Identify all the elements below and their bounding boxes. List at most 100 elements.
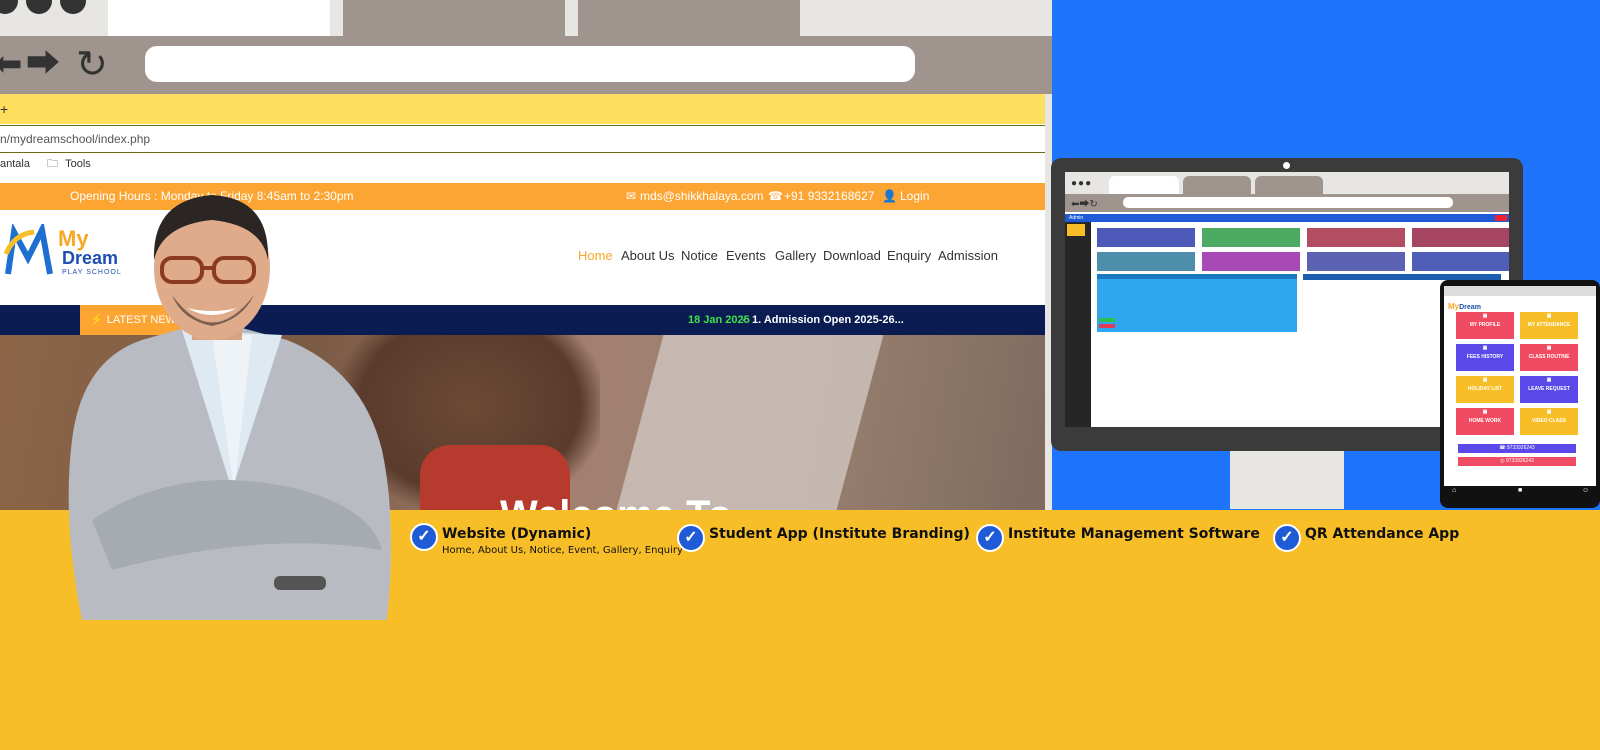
mini-nav-icons: ⬅⮕↻ <box>1071 199 1098 210</box>
window-dot <box>0 0 18 14</box>
menu-home[interactable]: Home <box>578 248 613 263</box>
window-dot <box>26 0 52 14</box>
bookmark-folder-tools[interactable]: Tools <box>65 158 91 170</box>
home-icon[interactable]: ⌂ <box>1452 487 1456 494</box>
app-tile[interactable]: ▣ FEES HISTORY <box>1456 344 1514 371</box>
tile-icon: ▣ <box>1546 409 1552 415</box>
admin-title: Admin <box>1069 215 1084 221</box>
dashboard-tile <box>1097 228 1195 247</box>
logout-button <box>1495 215 1507 221</box>
tile-label: MY PROFILE <box>1469 322 1501 328</box>
check-badge-icon: ✓ <box>976 524 1004 552</box>
status-badge <box>1099 318 1115 322</box>
dashboard-tile <box>1412 228 1509 247</box>
bookmark-item[interactable]: antala <box>0 158 30 170</box>
phone-logo-dream: Dream <box>1459 304 1481 311</box>
dashboard-table <box>1097 274 1297 332</box>
tile-label: MY ATTENDANCE <box>1527 322 1571 328</box>
login-link[interactable]: Login <box>900 183 929 210</box>
phone-bottom-nav: ⌂ ■ ☺ <box>1444 486 1596 498</box>
paper-shape <box>616 335 884 510</box>
email-link[interactable]: mds@shikkhalaya.com <box>640 183 764 210</box>
url-bar[interactable] <box>145 46 915 82</box>
whatsapp-button[interactable]: ◎ 9733926243 <box>1458 457 1576 466</box>
menu-enquiry[interactable]: Enquiry <box>887 248 931 263</box>
feature-management-software: Institute Management Software <box>1008 526 1260 542</box>
check-badge-icon: ✓ <box>410 523 438 551</box>
reload-icon[interactable]: ↻ <box>76 44 108 84</box>
phone-logo-my: My <box>1448 302 1460 311</box>
tile-icon: ▣ <box>1482 345 1488 351</box>
feature-title: Website (Dynamic) <box>442 526 592 542</box>
menu-gallery[interactable]: Gallery <box>775 248 816 263</box>
phone-icon: ☎ <box>1499 445 1507 451</box>
phone-icon: ☎ <box>768 189 783 203</box>
dashboard-tile <box>1202 252 1300 271</box>
feature-student-app: Student App (Institute Branding) <box>709 526 970 542</box>
news-date: 18 Jan 2025 <box>688 314 750 326</box>
dashboard-tile <box>1307 228 1405 247</box>
browser-tab[interactable] <box>343 0 565 36</box>
tile-icon: ▣ <box>1546 345 1552 351</box>
back-arrow-icon[interactable]: ⬅ <box>0 44 23 84</box>
browser-toolbar: ⬅ ⮕ ↻ <box>0 36 1052 94</box>
menu-notice[interactable]: Notice <box>681 248 718 263</box>
feature-title: Student App (Institute Branding) <box>709 526 970 542</box>
mini-tab <box>1109 176 1179 194</box>
address-field[interactable]: n/mydreamschool/index.php <box>0 125 1045 153</box>
app-tile[interactable]: ▣ MY PROFILE <box>1456 312 1514 339</box>
mini-tab <box>1255 176 1323 194</box>
admin-logo <box>1067 224 1085 236</box>
tile-icon: ▣ <box>1546 377 1552 383</box>
admin-sidebar <box>1065 222 1091 427</box>
new-tab-button[interactable]: + <box>0 101 8 117</box>
tab-strip: + <box>0 94 1045 124</box>
dashboard-tile <box>1412 252 1509 271</box>
mini-url-bar <box>1123 197 1453 208</box>
feature-qr-attendance: QR Attendance App <box>1305 526 1459 542</box>
menu-admission[interactable]: Admission <box>938 248 998 263</box>
mini-toolbar: ⬅⮕↻ <box>1065 194 1509 212</box>
phone-browser-bar <box>1444 286 1596 296</box>
phone-link[interactable]: +91 9332168627 <box>784 183 874 210</box>
user-icon: 👤 <box>882 189 897 203</box>
news-text[interactable]: 1. Admission Open 2025-26... <box>752 305 904 335</box>
phone-logo: MyDream <box>1448 296 1488 311</box>
tile-icon: ▣ <box>1482 409 1488 415</box>
camera-icon <box>1283 162 1290 169</box>
monitor-stand <box>1230 451 1344 509</box>
menu-events[interactable]: Events <box>726 248 766 263</box>
phone-screen: MyDream ▣ MY PROFILE ▣ MY ATTENDANCE ▣ FEES H… <box>1444 286 1596 498</box>
tile-label: HOLIDAY LIST <box>1467 386 1503 392</box>
admin-topbar: Admin <box>1065 214 1509 222</box>
tile-icon: ▣ <box>1482 377 1488 383</box>
profile-icon[interactable]: ☺ <box>1582 487 1589 494</box>
app-tile[interactable]: ▣ LEAVE REQUEST <box>1520 376 1578 403</box>
check-badge-icon: ✓ <box>1273 524 1301 552</box>
tile-icon: ▣ <box>1482 313 1488 319</box>
app-tile[interactable]: ▣ HOLIDAY LIST <box>1456 376 1514 403</box>
app-tile[interactable]: ▣ HOME WORK <box>1456 408 1514 435</box>
address-text: n/mydreamschool/index.php <box>0 132 151 146</box>
call-number: 9733926243 <box>1506 445 1535 451</box>
menu-about-us[interactable]: About Us <box>621 248 674 263</box>
phone-device: MyDream ▣ MY PROFILE ▣ MY ATTENDANCE ▣ FEES H… <box>1440 280 1600 508</box>
browser-tab-active[interactable] <box>108 0 330 36</box>
app-tile[interactable]: ▣ MY ATTENDANCE <box>1520 312 1578 339</box>
tile-icon: ▣ <box>1546 313 1552 319</box>
feature-title: QR Attendance App <box>1305 526 1460 542</box>
dashboard-tile <box>1307 252 1405 271</box>
app-tile[interactable]: ▣ CLASS ROUTINE <box>1520 344 1578 371</box>
tile-label: HOME WORK <box>1468 418 1502 424</box>
envelope-icon: ✉ <box>626 189 637 203</box>
tile-label: VIDEO CLASS <box>1532 418 1566 424</box>
browser-tab[interactable] <box>578 0 800 36</box>
nav-icon[interactable]: ■ <box>1518 487 1522 494</box>
call-button[interactable]: ☎ 9733926243 <box>1458 444 1576 453</box>
feature-website: Website (Dynamic) Home, About Us, Notice… <box>442 526 683 556</box>
check-badge-icon: ✓ <box>677 524 705 552</box>
menu-download[interactable]: Download <box>823 248 881 263</box>
forward-arrow-icon[interactable]: ⮕ <box>26 44 60 84</box>
tile-label: CLASS ROUTINE <box>1528 354 1570 360</box>
app-tile[interactable]: ▣ VIDEO CLASS <box>1520 408 1578 435</box>
